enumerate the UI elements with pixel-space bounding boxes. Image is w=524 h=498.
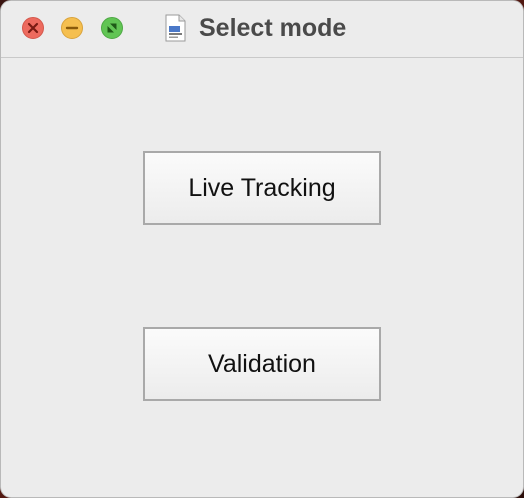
close-button[interactable]: [22, 17, 44, 39]
fullscreen-icon: [107, 23, 117, 33]
document-icon: [162, 14, 188, 42]
title-bar[interactable]: Select mode: [1, 1, 523, 58]
window-title: Select mode: [199, 14, 347, 42]
minimize-button[interactable]: [61, 17, 83, 39]
dialog-window: Select mode Live Tracking Validation: [0, 0, 524, 498]
live-tracking-button[interactable]: Live Tracking: [143, 151, 381, 225]
minimize-icon: [65, 26, 79, 30]
validation-button[interactable]: Validation: [143, 327, 381, 401]
fullscreen-button[interactable]: [101, 17, 123, 39]
dialog-content: Live Tracking Validation: [1, 58, 523, 497]
close-icon: [27, 22, 39, 34]
